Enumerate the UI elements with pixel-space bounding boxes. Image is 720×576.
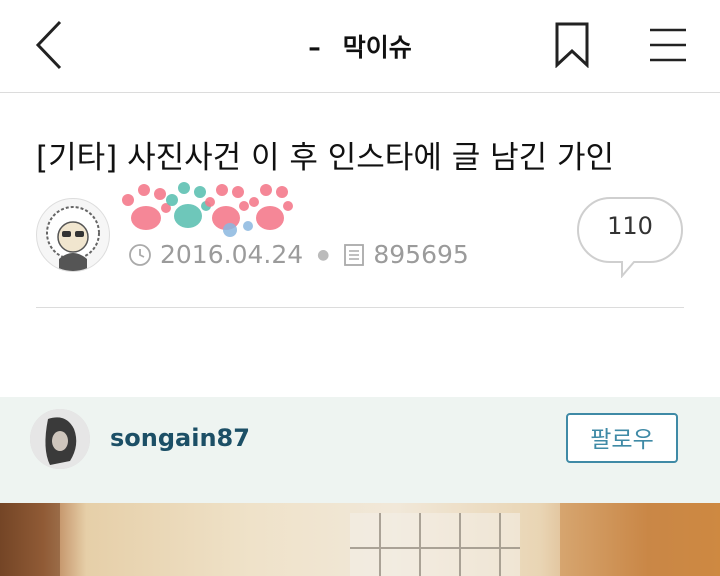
top-navigation-bar: – 막이슈	[0, 0, 720, 93]
post-views: 895695	[373, 240, 469, 269]
title-dash: –	[308, 33, 321, 62]
title-text: 막이슈	[342, 33, 412, 62]
paw-print-decoration	[122, 182, 293, 237]
instagram-photo[interactable]	[0, 503, 720, 576]
instagram-avatar[interactable]	[30, 409, 90, 469]
document-icon	[344, 243, 365, 266]
content-divider	[36, 307, 684, 308]
post-date: 2016.04.24	[160, 240, 304, 269]
photo-window-scene	[0, 503, 720, 576]
avatar-photo	[30, 409, 90, 469]
author-avatar[interactable]	[36, 198, 110, 272]
meta-separator: ●	[317, 246, 330, 263]
instagram-username[interactable]: songain87	[110, 424, 250, 452]
clock-icon	[129, 243, 151, 266]
post-meta: 2016.04.24 ● 895695	[128, 240, 469, 269]
follow-button[interactable]: 팔로우	[566, 413, 678, 463]
comment-count[interactable]: 110	[576, 212, 684, 240]
bookmark-icon[interactable]	[554, 22, 590, 68]
page-title: – 막이슈	[0, 28, 720, 64]
avatar-illustration	[46, 206, 100, 271]
hamburger-menu-icon[interactable]	[648, 26, 688, 64]
post-title: [기타] 사진사건 이 후 인스타에 글 남긴 가인	[36, 140, 615, 176]
